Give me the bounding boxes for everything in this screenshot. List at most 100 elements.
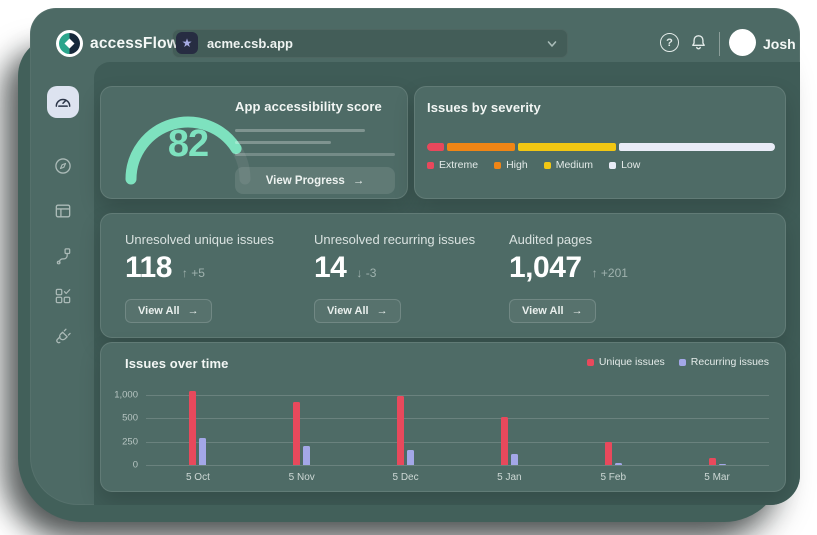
sidebar-item-checks[interactable] — [47, 280, 79, 312]
stat-column: Audited pages 1,047 ↑ +201 View All → — [509, 214, 628, 337]
view-progress-label: View Progress — [266, 175, 345, 187]
app-window: accessFlow ★ acme.csb.app ? — [30, 8, 800, 505]
y-axis-label: 500 — [122, 413, 138, 424]
topbar: accessFlow ★ acme.csb.app ? — [30, 8, 800, 62]
view-all-label: View All — [138, 305, 180, 317]
sidebar-item-integrations[interactable] — [47, 322, 79, 354]
severity-legend-label: Low — [621, 159, 640, 171]
question-mark-icon: ? — [666, 37, 673, 49]
compass-icon — [53, 156, 73, 176]
stat-value: 1,047 — [509, 253, 582, 283]
recurring-issues-bar — [303, 446, 310, 465]
brand-name: accessFlow — [90, 35, 179, 53]
view-all-button[interactable]: View All → — [509, 299, 596, 323]
unique-issues-bar — [293, 402, 300, 466]
chart-title: Issues over time — [125, 356, 229, 371]
issues-by-severity-card: Issues by severity ExtremeHighMediumLow — [414, 86, 786, 199]
bar-slots: 5 Oct5 Nov5 Dec5 Jan5 Feb5 Mar — [146, 395, 769, 465]
issues-over-time-card: Issues over time Unique issues Recurring … — [100, 342, 786, 492]
bar-group: 5 Jan — [457, 395, 561, 465]
x-axis-label: 5 Mar — [665, 472, 769, 483]
topbar-divider — [719, 32, 720, 56]
stat-delta: ↑ +5 — [182, 266, 205, 283]
stat-delta: ↑ +201 — [592, 266, 628, 283]
view-all-label: View All — [327, 305, 369, 317]
severity-legend-item-medium: Medium — [544, 159, 593, 171]
recurring-issues-bar — [511, 454, 518, 465]
notifications-button[interactable] — [689, 33, 708, 52]
severity-segment-extreme — [427, 143, 444, 151]
severity-card-title: Issues by severity — [427, 100, 773, 115]
x-axis-label: 5 Dec — [354, 472, 458, 483]
stat-label: Unresolved recurring issues — [314, 232, 475, 247]
placeholder-line — [235, 153, 395, 156]
view-all-label: View All — [522, 305, 564, 317]
severity-segment-medium — [518, 143, 616, 151]
x-axis-label: 5 Nov — [250, 472, 354, 483]
bar-group: 5 Oct — [146, 395, 250, 465]
sidebar-item-pages[interactable] — [47, 195, 79, 227]
x-axis-label: 5 Jan — [457, 472, 561, 483]
stat-delta: ↓ -3 — [356, 266, 376, 283]
layout-icon — [53, 201, 73, 221]
unique-issues-bar — [397, 396, 404, 466]
legend-swatch-icon — [544, 162, 551, 169]
unique-issues-bar — [501, 417, 508, 466]
grid-check-icon — [53, 286, 73, 306]
accessflow-logo-icon — [56, 30, 83, 57]
help-button[interactable]: ? — [660, 33, 679, 52]
sidebar-item-flows[interactable] — [47, 240, 79, 272]
legend-swatch-icon — [679, 359, 686, 366]
project-selector[interactable]: ★ acme.csb.app — [172, 29, 568, 58]
severity-segment-low — [619, 143, 775, 151]
stat-column: Unresolved unique issues118↑ +5View All→ — [125, 214, 274, 337]
arrow-right-icon: → — [353, 175, 365, 187]
x-axis-label: 5 Feb — [561, 472, 665, 483]
bar-group: 5 Dec — [354, 395, 458, 465]
content-panel: 82 App accessibility score View Progress… — [94, 62, 800, 505]
severity-legend: ExtremeHighMediumLow — [427, 159, 640, 171]
unique-issues-bar — [189, 391, 196, 465]
chart-legend-label: Recurring issues — [691, 356, 769, 368]
severity-segment-high — [447, 143, 515, 151]
project-name: acme.csb.app — [207, 36, 293, 51]
chart-legend-item: Recurring issues — [679, 356, 769, 368]
recurring-issues-bar — [719, 464, 726, 465]
y-axis-label: 250 — [122, 436, 138, 447]
view-progress-button[interactable]: View Progress → — [235, 167, 395, 194]
chart-legend-item: Unique issues — [587, 356, 665, 368]
severity-legend-item-high: High — [494, 159, 528, 171]
stat-value-row: 118 ↑ +5 — [125, 253, 274, 283]
gridline — [146, 465, 769, 466]
stat-value: 118 — [125, 253, 172, 283]
view-all-button[interactable]: View All→ — [314, 299, 401, 323]
severity-legend-label: Medium — [556, 159, 593, 171]
stat-value-row: 14 ↓ -3 — [314, 253, 475, 283]
sidebar-item-dashboard[interactable] — [47, 86, 79, 118]
sidebar-item-explore[interactable] — [47, 150, 79, 182]
avatar[interactable] — [729, 29, 756, 56]
chart-legend-label: Unique issues — [599, 356, 665, 368]
placeholder-line — [235, 141, 331, 144]
bar-chart-plot: 02505001,0005 Oct5 Nov5 Dec5 Jan5 Feb5 M… — [146, 395, 769, 465]
unique-issues-bar — [605, 442, 612, 465]
recurring-issues-bar — [615, 463, 622, 465]
flow-icon — [53, 246, 73, 266]
severity-bar — [427, 143, 775, 151]
recurring-issues-bar — [407, 450, 414, 465]
page-background: accessFlow ★ acme.csb.app ? — [0, 0, 817, 535]
score-card-title: App accessibility score — [235, 99, 395, 114]
severity-legend-item-low: Low — [609, 159, 640, 171]
star-icon: ★ — [182, 37, 193, 49]
sidebar — [30, 62, 94, 505]
stat-value: 14 — [314, 253, 346, 283]
legend-swatch-icon — [587, 359, 594, 366]
arrow-right-icon: → — [572, 305, 583, 317]
user-name: Josh — [763, 36, 796, 52]
legend-swatch-icon — [609, 162, 616, 169]
stats-card: Unresolved unique issues118↑ +5View All→… — [100, 213, 786, 338]
stat-label: Audited pages — [509, 232, 628, 247]
bell-icon — [689, 33, 708, 52]
view-all-button[interactable]: View All→ — [125, 299, 212, 323]
stat-column: Unresolved recurring issues 14 ↓ -3 View Al… — [314, 214, 475, 337]
